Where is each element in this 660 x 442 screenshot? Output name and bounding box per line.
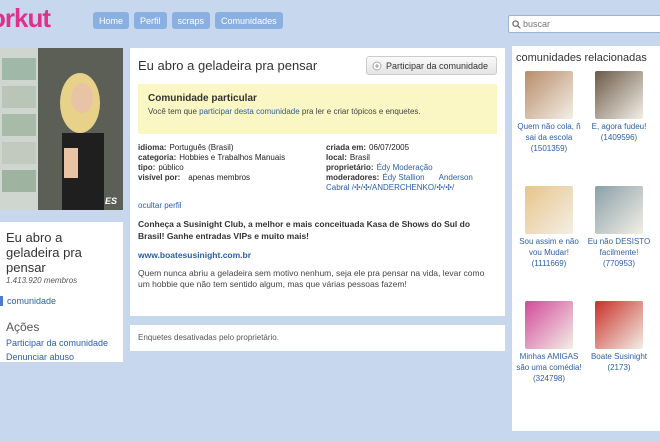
polls-disabled-notice: Enquetes desativadas pelo proprietário. [130, 325, 505, 351]
related-community-item[interactable]: Eu não DESISTO facilmente! (770953) [586, 186, 652, 301]
nav-home[interactable]: Home [93, 12, 130, 29]
community-photo[interactable]: ES [0, 48, 123, 210]
photo-watermark: ES [104, 196, 117, 206]
related-community-thumbnail[interactable] [595, 186, 643, 234]
related-community-thumbnail[interactable] [525, 71, 573, 119]
top-nav: Home Perfil scraps Comunidades [93, 12, 283, 29]
info-idioma: Português (Brasil) [169, 143, 234, 152]
related-grid: Quem não cola, ñ sai da escola (1501359)… [516, 71, 658, 416]
comunidade-link[interactable]: comunidade [0, 296, 117, 306]
participate-link[interactable]: participar desta comunidade [199, 107, 300, 116]
website-link[interactable]: www.boatesusinight.com.br [138, 250, 497, 260]
community-title: Eu abro a geladeira pra pensar [6, 230, 82, 275]
join-icon [372, 61, 382, 70]
related-community-thumbnail[interactable] [595, 71, 643, 119]
hide-profile-link[interactable]: ocultar perfil [138, 201, 497, 210]
info-tipo: público [158, 163, 184, 172]
description: Quem nunca abriu a geladeira sem motivo … [138, 268, 485, 289]
related-community-item[interactable]: Sou assim e não vou Mudar! (1111669) [516, 186, 582, 301]
info-criada: 06/07/2005 [369, 143, 410, 152]
join-community-link[interactable]: Participar da comunidade [6, 338, 117, 348]
community-sidebar: Eu abro a geladeira pra pensar 1.413.920… [0, 222, 123, 362]
search-box [508, 15, 660, 33]
related-community-item[interactable]: Minhas AMIGAS são uma comédia! (324798) [516, 301, 582, 416]
moderator-link-2-cont[interactable]: Cabral /✣/✣/ANDERCHENKO/✣/✣/ [326, 183, 454, 193]
related-community-name[interactable]: Sou assim e não vou Mudar! (1111669) [516, 236, 582, 269]
nav-scraps[interactable]: scraps [171, 12, 211, 29]
related-community-name[interactable]: E, agora fudeu! (1409596) [586, 121, 652, 143]
orkut-logo[interactable]: orkut [0, 3, 51, 34]
moderator-link-1[interactable]: Édy Stallion [382, 173, 424, 183]
private-notice: Comunidade particular Você tem que parti… [138, 84, 497, 134]
actions-heading: Ações [6, 320, 40, 334]
member-count: 1.413.920 membros [6, 276, 78, 285]
info-categoria: Hobbies e Trabalhos Manuais [179, 153, 286, 162]
related-communities: comunidades relacionadas Quem não cola, … [512, 46, 660, 431]
nav-perfil[interactable]: Perfil [134, 12, 167, 29]
page-title: Eu abro a geladeira pra pensar [138, 58, 318, 73]
search-icon[interactable] [509, 19, 523, 29]
moderator-link-2[interactable]: Anderson [439, 173, 473, 183]
nav-comunidades[interactable]: Comunidades [215, 12, 283, 29]
report-abuse-link[interactable]: Denunciar abuso [6, 352, 117, 362]
related-community-thumbnail[interactable] [525, 301, 573, 349]
related-heading: comunidades relacionadas [516, 52, 647, 64]
private-text: Você tem que participar desta comunidade… [148, 107, 421, 116]
related-community-item[interactable]: E, agora fudeu! (1409596) [586, 71, 652, 186]
join-button-label: Participar da comunidade [385, 60, 488, 71]
owner-link[interactable]: Édy Moderação [377, 163, 433, 173]
related-community-name[interactable]: Quem não cola, ñ sai da escola (1501359) [516, 121, 582, 154]
related-community-name[interactable]: Boate Susinight (2173) [586, 351, 652, 373]
actions-list: Participar da comunidade Denunciar abuso [6, 338, 117, 362]
community-main: Eu abro a geladeira pra pensar Participa… [130, 48, 505, 316]
info-local: Brasil [349, 153, 370, 162]
related-community-thumbnail[interactable] [525, 186, 573, 234]
description-bold: Conheça a Susinight Club, a melhor e mai… [138, 219, 471, 241]
related-community-name[interactable]: Minhas AMIGAS são uma comédia! (324798) [516, 351, 582, 384]
related-community-name[interactable]: Eu não DESISTO facilmente! (770953) [586, 236, 652, 269]
join-community-button[interactable]: Participar da comunidade [365, 56, 497, 75]
related-community-item[interactable]: Boate Susinight (2173) [586, 301, 652, 416]
related-community-thumbnail[interactable] [595, 301, 643, 349]
private-title: Comunidade particular [148, 93, 257, 104]
info-visivel: apenas membros [188, 173, 251, 182]
community-info: idioma: Português (Brasil) categoria: Hobb… [138, 143, 473, 193]
search-input[interactable] [523, 19, 653, 29]
related-community-item[interactable]: Quem não cola, ñ sai da escola (1501359) [516, 71, 582, 186]
